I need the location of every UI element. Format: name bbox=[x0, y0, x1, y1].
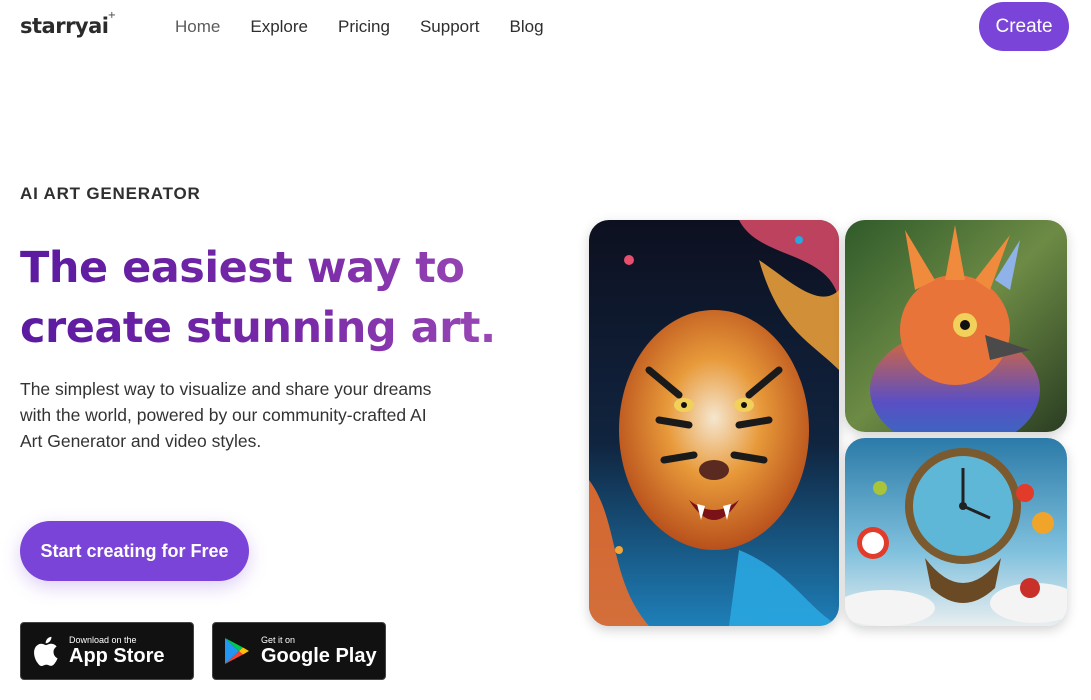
tiger-image bbox=[589, 220, 839, 626]
app-store-badge[interactable]: Download on the App Store bbox=[20, 622, 194, 680]
headline-line-2: create stunning art. bbox=[20, 303, 496, 353]
apple-icon bbox=[21, 636, 69, 666]
main-nav: Home Explore Pricing Support Blog bbox=[175, 17, 574, 37]
nav-blog[interactable]: Blog bbox=[510, 17, 544, 37]
nav-pricing[interactable]: Pricing bbox=[338, 17, 390, 37]
starryai-logo[interactable]: starryai + bbox=[20, 10, 116, 38]
bird-image bbox=[845, 220, 1067, 432]
subtitle-line-3: Art Generator and video styles. bbox=[20, 431, 262, 451]
tiger-artwork[interactable] bbox=[589, 220, 839, 626]
headline-line-1: The easiest way to bbox=[20, 243, 465, 293]
site-header: starryai + Home Explore Pricing Support … bbox=[0, 0, 1091, 54]
subtitle-line-2: with the world, powered by our community… bbox=[20, 405, 427, 425]
nav-support[interactable]: Support bbox=[420, 17, 480, 37]
nav-home[interactable]: Home bbox=[175, 17, 220, 37]
hero-subtitle: The simplest way to visualize and share … bbox=[20, 376, 500, 454]
google-badge-big-text: Google Play bbox=[261, 645, 377, 667]
google-play-icon bbox=[213, 637, 261, 665]
nav-explore[interactable]: Explore bbox=[250, 17, 308, 37]
google-badge-small-text: Get it on bbox=[261, 635, 296, 645]
start-creating-button[interactable]: Start creating for Free bbox=[20, 521, 249, 581]
logo-text: starryai bbox=[20, 14, 109, 38]
google-play-badge[interactable]: Get it on Google Play bbox=[212, 622, 386, 680]
logo-spark-icon: + bbox=[107, 10, 116, 21]
clock-image bbox=[845, 438, 1067, 626]
apple-badge-small-text: Download on the bbox=[69, 635, 137, 645]
hero-headline: The easiest way to create stunning art. bbox=[20, 238, 540, 358]
clock-artwork[interactable] bbox=[845, 438, 1067, 626]
subtitle-line-1: The simplest way to visualize and share … bbox=[20, 379, 432, 399]
bird-artwork[interactable] bbox=[845, 220, 1067, 432]
hero-eyebrow: AI ART GENERATOR bbox=[20, 184, 201, 203]
apple-badge-big-text: App Store bbox=[69, 645, 165, 667]
create-button[interactable]: Create bbox=[979, 2, 1069, 51]
